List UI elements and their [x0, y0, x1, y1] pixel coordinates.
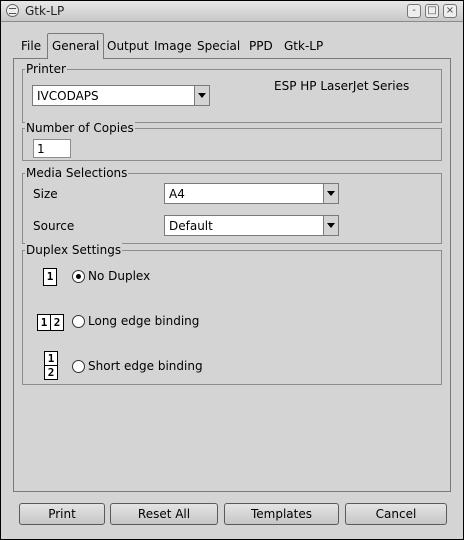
- tab-bar: File General Output Image Special PPD Gt…: [1, 33, 463, 59]
- copies-input[interactable]: 1: [33, 139, 71, 158]
- duplex-legend: Duplex Settings: [25, 243, 123, 257]
- source-select-value: Default: [169, 219, 213, 233]
- general-tab-panel: Printer IVCODAPS ESP HP LaserJet Series …: [13, 58, 451, 492]
- source-select[interactable]: Default: [164, 215, 339, 236]
- cancel-button[interactable]: Cancel: [345, 503, 447, 525]
- long-edge-label[interactable]: Long edge binding: [88, 314, 199, 328]
- long-edge-page-1-icon: 1: [37, 314, 51, 331]
- tab-output[interactable]: Output: [107, 39, 149, 53]
- templates-button[interactable]: Templates: [224, 503, 339, 525]
- media-legend: Media Selections: [25, 166, 129, 180]
- short-edge-page-2-icon: 2: [44, 365, 58, 380]
- chevron-down-icon[interactable]: [323, 216, 338, 235]
- copies-legend: Number of Copies: [25, 121, 135, 135]
- media-frame: Media Selections Size A4 Source Default: [22, 166, 442, 244]
- printer-select-value: IVCODAPS: [37, 89, 99, 103]
- short-edge-page-1-icon: 1: [44, 351, 58, 366]
- no-duplex-label[interactable]: No Duplex: [88, 269, 150, 283]
- close-button[interactable]: ×: [443, 4, 457, 18]
- tab-general[interactable]: General: [47, 33, 105, 59]
- window-title: Gtk-LP: [25, 4, 65, 18]
- printer-select[interactable]: IVCODAPS: [32, 85, 210, 106]
- short-edge-label[interactable]: Short edge binding: [88, 359, 203, 373]
- size-label: Size: [33, 187, 58, 201]
- tab-special[interactable]: Special: [197, 39, 240, 53]
- window-menu-icon[interactable]: [6, 4, 19, 17]
- size-select[interactable]: A4: [164, 183, 339, 204]
- printer-frame: Printer IVCODAPS ESP HP LaserJet Series: [22, 62, 442, 123]
- title-bar[interactable]: Gtk-LP - □ ×: [1, 1, 463, 22]
- tab-gtklp[interactable]: Gtk-LP: [284, 39, 323, 53]
- printer-description: ESP HP LaserJet Series: [274, 79, 410, 93]
- no-duplex-radio[interactable]: [72, 270, 85, 283]
- gtklp-window: Gtk-LP - □ × File General Output Image S…: [0, 0, 464, 540]
- tab-file[interactable]: File: [21, 39, 41, 53]
- action-button-bar: Print Reset All Templates Cancel: [1, 503, 463, 529]
- tab-image[interactable]: Image: [154, 39, 192, 53]
- reset-all-button[interactable]: Reset All: [110, 503, 218, 525]
- chevron-down-icon[interactable]: [323, 184, 338, 203]
- long-edge-page-2-icon: 2: [50, 314, 64, 331]
- source-label: Source: [33, 219, 75, 233]
- size-select-value: A4: [169, 187, 185, 201]
- short-edge-radio[interactable]: [72, 360, 85, 373]
- printer-legend: Printer: [25, 62, 67, 76]
- print-button[interactable]: Print: [19, 503, 105, 525]
- copies-frame: Number of Copies 1: [22, 121, 442, 161]
- maximize-button[interactable]: □: [425, 4, 439, 18]
- chevron-down-icon[interactable]: [194, 86, 209, 105]
- tab-ppd[interactable]: PPD: [249, 39, 273, 53]
- duplex-frame: Duplex Settings 1 No Duplex 1 2 Long edg…: [22, 243, 442, 385]
- minimize-button[interactable]: -: [407, 4, 421, 18]
- copies-input-value: 1: [37, 142, 45, 156]
- single-page-icon: 1: [43, 268, 57, 286]
- long-edge-radio[interactable]: [72, 315, 85, 328]
